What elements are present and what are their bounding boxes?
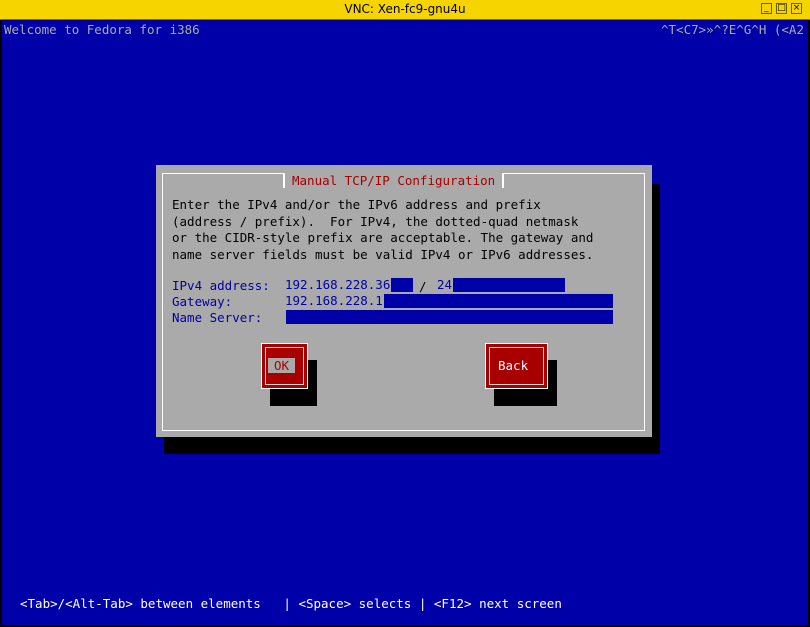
description-line: or the CIDR-style prefix are acceptable.… <box>172 230 594 245</box>
gateway-value: 192.168.228.1 <box>285 293 384 308</box>
name-server-value <box>285 309 286 324</box>
name-server-input[interactable] <box>285 309 613 324</box>
ok-button[interactable]: OK <box>261 343 308 389</box>
ipv4-prefix-value: 24 <box>437 277 454 292</box>
console-header-right: ^T<C7>»^?E^G^H (<A2 <box>661 22 804 37</box>
ipv4-address-label: IPv4 address: <box>172 278 270 293</box>
description-line: name server fields must be valid IPv4 or… <box>172 246 594 262</box>
status-line: <Tab>/<Alt-Tab> between elements | <Spac… <box>20 596 562 611</box>
name-server-label: Name Server: <box>172 310 263 325</box>
prefix-separator: / <box>419 279 427 294</box>
description-line: Enter the IPv4 and/or the IPv6 address a… <box>172 197 541 212</box>
vnc-titlebar[interactable]: VNC: Xen-fc9-gnu4u _ □ × <box>0 0 810 20</box>
description-line: (address / prefix). For IPv4, the dotted… <box>172 213 579 229</box>
maximize-icon[interactable]: □ <box>776 3 787 14</box>
back-button-label: Back <box>498 358 529 373</box>
back-button[interactable]: Back <box>485 343 548 389</box>
console-header-left: Welcome to Fedora for i386 <box>4 22 200 37</box>
gateway-label: Gateway: <box>172 294 233 309</box>
ipv4-address-input[interactable]: 192.168.228.36 <box>285 277 413 292</box>
gateway-input[interactable]: 192.168.228.1 <box>285 293 613 308</box>
dialog-description: Enter the IPv4 and/or the IPv6 address a… <box>172 197 593 263</box>
ipv4-prefix-input[interactable]: 24 <box>437 277 565 292</box>
dialog-title: Manual TCP/IP Configuration <box>283 173 505 188</box>
ok-button-label: OK <box>268 358 296 373</box>
minimize-icon[interactable]: _ <box>761 3 772 14</box>
close-icon[interactable]: × <box>791 3 802 14</box>
window-title: VNC: Xen-fc9-gnu4u <box>344 2 466 16</box>
ipv4-address-value: 192.168.228.36 <box>285 277 392 292</box>
